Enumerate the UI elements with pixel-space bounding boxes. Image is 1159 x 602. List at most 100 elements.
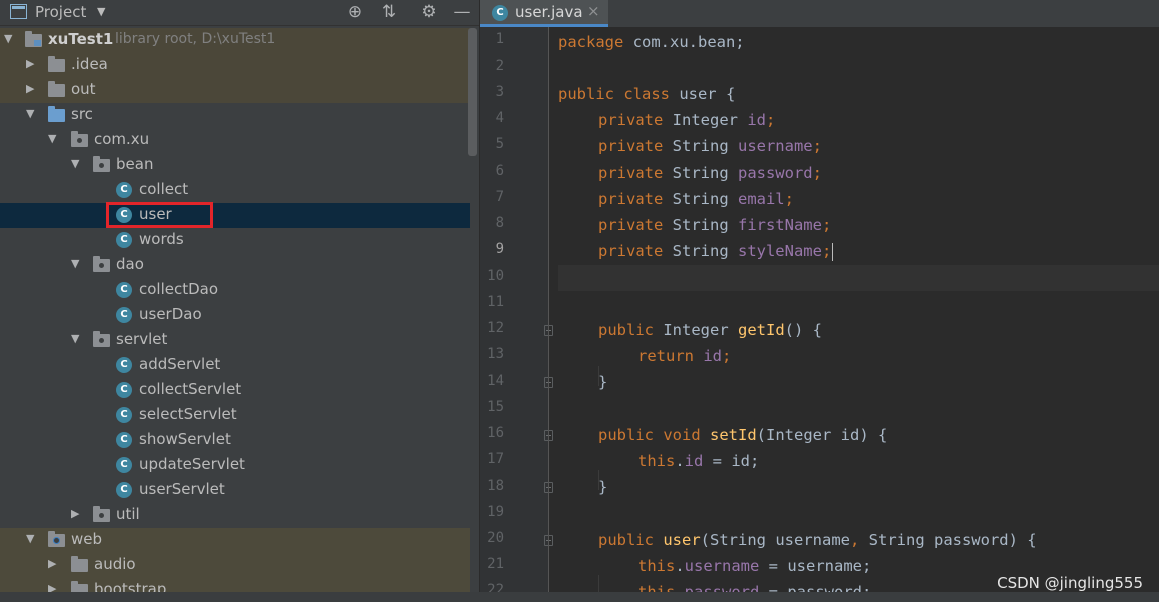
tree-item-com-xu[interactable]: ▼ com.xu xyxy=(0,128,470,153)
locate-icon[interactable]: ⊕ xyxy=(344,1,366,23)
collapsed-arrow-icon[interactable]: ▶ xyxy=(26,57,38,71)
tree-item-web[interactable]: ▼ web xyxy=(0,528,470,553)
line-number: 13 xyxy=(487,346,504,362)
keyword: public void xyxy=(598,426,701,444)
line-number: 10 xyxy=(487,268,504,284)
tree-item-collect[interactable]: C collect xyxy=(0,178,470,203)
collapse-all-icon[interactable]: ⇅ xyxy=(378,1,400,23)
tab-user-java[interactable]: C user.java × xyxy=(480,0,608,27)
current-line-highlight xyxy=(558,265,1159,291)
tree-item-collectservlet[interactable]: C collectServlet xyxy=(0,378,470,403)
code-line-9: private String styleName; xyxy=(598,238,834,264)
code-text: } xyxy=(598,478,608,496)
java-class-icon: C xyxy=(492,5,508,21)
expand-arrow-icon[interactable]: ▼ xyxy=(71,157,83,171)
close-icon[interactable]: × xyxy=(587,2,600,20)
collapsed-arrow-icon[interactable]: ▶ xyxy=(48,557,60,571)
semicolon: ; xyxy=(821,216,832,234)
semicolon: ; xyxy=(812,164,822,182)
code-line-3: public class user { xyxy=(558,81,735,107)
line-number: 21 xyxy=(487,556,504,572)
project-panel-header: Project ▼ ⊕ ⇅ ⚙ — xyxy=(0,0,479,26)
code-line-1: package com.xu.bean; xyxy=(558,29,745,55)
semicolon: ; xyxy=(722,347,732,365)
package-icon xyxy=(93,331,110,347)
tree-item-idea[interactable]: ▶ .idea xyxy=(0,53,470,78)
tree-item-label: com.xu xyxy=(94,130,150,148)
collapsed-arrow-icon[interactable]: ▶ xyxy=(71,507,83,521)
type: String xyxy=(663,216,738,234)
tree-item-hint: library root, D:\xuTest1 xyxy=(115,31,276,47)
expand-arrow-icon[interactable]: ▼ xyxy=(26,532,38,546)
editor-tab-bar: C user.java × xyxy=(480,0,1159,27)
tree-item-out[interactable]: ▶ out xyxy=(0,78,470,103)
expand-arrow-icon[interactable]: ▼ xyxy=(4,32,16,46)
code-line-13: return id; xyxy=(638,343,731,369)
line-number: 2 xyxy=(495,58,504,74)
tree-item-user[interactable]: C user xyxy=(0,203,470,228)
type: String xyxy=(663,190,738,208)
code-line-4: private Integer id; xyxy=(598,107,775,133)
folder-icon xyxy=(71,556,88,572)
keyword: public xyxy=(598,321,654,339)
java-class-icon: C xyxy=(116,407,132,423)
tree-item-label: .idea xyxy=(71,55,108,73)
expand-arrow-icon[interactable]: ▼ xyxy=(71,257,83,271)
tree-item-collectdao[interactable]: C collectDao xyxy=(0,278,470,303)
field: email xyxy=(737,190,785,208)
line-number: 15 xyxy=(487,399,504,415)
tree-item-audio[interactable]: ▶ audio xyxy=(0,553,470,578)
code-text: = id; xyxy=(703,452,760,470)
line-number: 12 xyxy=(487,320,504,336)
semicolon: ; xyxy=(766,111,776,129)
tree-item-label: xuTest1 xyxy=(48,30,114,48)
gutter-divider xyxy=(548,27,549,602)
bottom-scrollbar[interactable] xyxy=(0,592,1159,602)
tree-item-util[interactable]: ▶ util xyxy=(0,503,470,528)
code-text: } xyxy=(598,373,608,391)
keyword: private xyxy=(598,137,664,155)
tree-item-addservlet[interactable]: C addServlet xyxy=(0,353,470,378)
project-view-selector[interactable]: Project xyxy=(35,3,86,21)
tree-item-words[interactable]: C words xyxy=(0,228,470,253)
expand-arrow-icon[interactable]: ▼ xyxy=(71,332,83,346)
tree-item-bean[interactable]: ▼ bean xyxy=(0,153,470,178)
line-number: 8 xyxy=(495,215,504,231)
field: password xyxy=(737,164,813,182)
line-number: 5 xyxy=(495,136,504,152)
tree-item-xutest1[interactable]: ▼ xuTest1 library root, D:\xuTest1 xyxy=(0,28,470,53)
field: firstName xyxy=(737,216,822,234)
code-line-16: public void setId(Integer id) { xyxy=(598,422,887,448)
type: String xyxy=(663,164,738,182)
tree-item-selectservlet[interactable]: C selectServlet xyxy=(0,403,470,428)
collapsed-arrow-icon[interactable]: ▶ xyxy=(26,82,38,96)
tree-item-dao[interactable]: ▼ dao xyxy=(0,253,470,278)
highlight-annotation-box xyxy=(106,202,213,228)
tree-item-showservlet[interactable]: C showServlet xyxy=(0,428,470,453)
tree-item-servlet[interactable]: ▼ servlet xyxy=(0,328,470,353)
gear-icon[interactable]: ⚙ xyxy=(418,1,440,23)
web-folder-icon xyxy=(48,531,65,547)
tree-item-src[interactable]: ▼ src xyxy=(0,103,470,128)
tree-item-userservlet[interactable]: C userServlet xyxy=(0,478,470,503)
comma: , xyxy=(849,531,860,549)
text-caret xyxy=(832,242,834,261)
tree-item-label: selectServlet xyxy=(139,405,237,423)
folder-icon xyxy=(48,81,65,97)
minimize-icon[interactable]: — xyxy=(451,1,473,23)
line-number: 6 xyxy=(495,163,504,179)
keyword: package xyxy=(558,33,624,51)
code-text: . xyxy=(675,557,685,575)
code-text: (Integer id) { xyxy=(756,426,888,444)
keyword: public xyxy=(598,531,654,549)
tree-item-userdao[interactable]: C userDao xyxy=(0,303,470,328)
line-number-gutter: 1 2 3 4 5 6 7 8 9 10 11 12 13 14 15 16 1… xyxy=(480,27,553,602)
chevron-down-icon[interactable]: ▼ xyxy=(97,5,105,18)
code-area[interactable]: package com.xu.bean; public class user {… xyxy=(558,27,1159,602)
expand-arrow-icon[interactable]: ▼ xyxy=(48,132,60,146)
expand-arrow-icon[interactable]: ▼ xyxy=(26,107,38,121)
java-class-icon: C xyxy=(116,232,132,248)
tree-item-updateservlet[interactable]: C updateServlet xyxy=(0,453,470,478)
tree-scrollbar[interactable] xyxy=(468,28,477,156)
tree-item-label: util xyxy=(116,505,140,523)
